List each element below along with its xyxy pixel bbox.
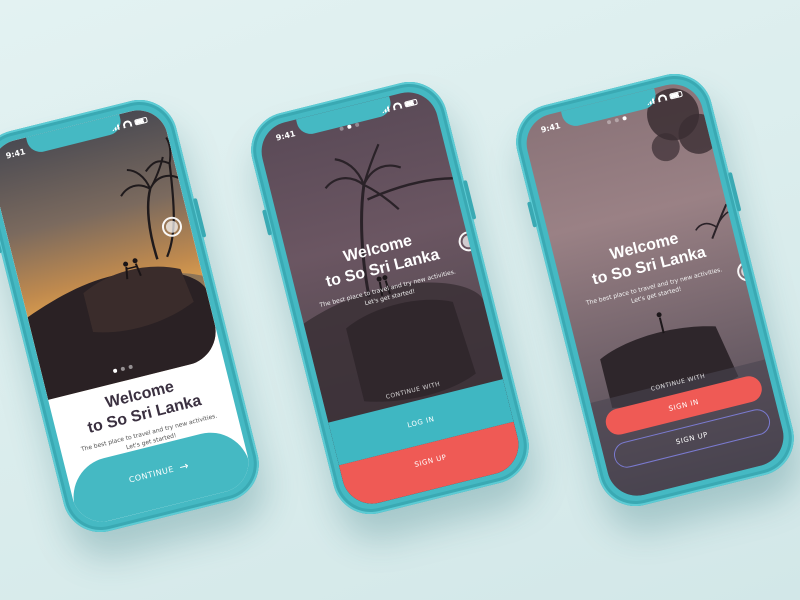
- power-button: [192, 197, 207, 238]
- volume-button: [0, 227, 3, 254]
- onboarding-screen-2: 9:41 Welcome to So Sri Lanka The best pl…: [255, 86, 525, 510]
- onboarding-screen-3: 9:41 Welcome to So Sri Lanka The best pl…: [520, 78, 790, 502]
- signup-label: SIGN UP: [413, 453, 448, 469]
- palm-tree-icon: [120, 156, 179, 260]
- signin-label: SIGN IN: [667, 397, 700, 414]
- login-label: LOG IN: [406, 414, 436, 430]
- power-button: [727, 171, 742, 212]
- phone-mockup-1: 9:41 Welcome to So Sri Lanka The best pl…: [0, 91, 267, 541]
- phone-mockup-2: 9:41 Welcome to So Sri Lanka The best pl…: [243, 73, 537, 523]
- signup-label: SIGN UP: [675, 430, 709, 447]
- volume-button: [261, 209, 273, 236]
- power-button: [462, 179, 477, 220]
- onboarding-screen-1: 9:41 Welcome to So Sri Lanka The best pl…: [0, 104, 255, 528]
- arrow-right-icon: →: [178, 458, 191, 474]
- phone-mockup-3: 9:41 Welcome to So Sri Lanka The best pl…: [508, 65, 800, 515]
- volume-button: [526, 201, 538, 228]
